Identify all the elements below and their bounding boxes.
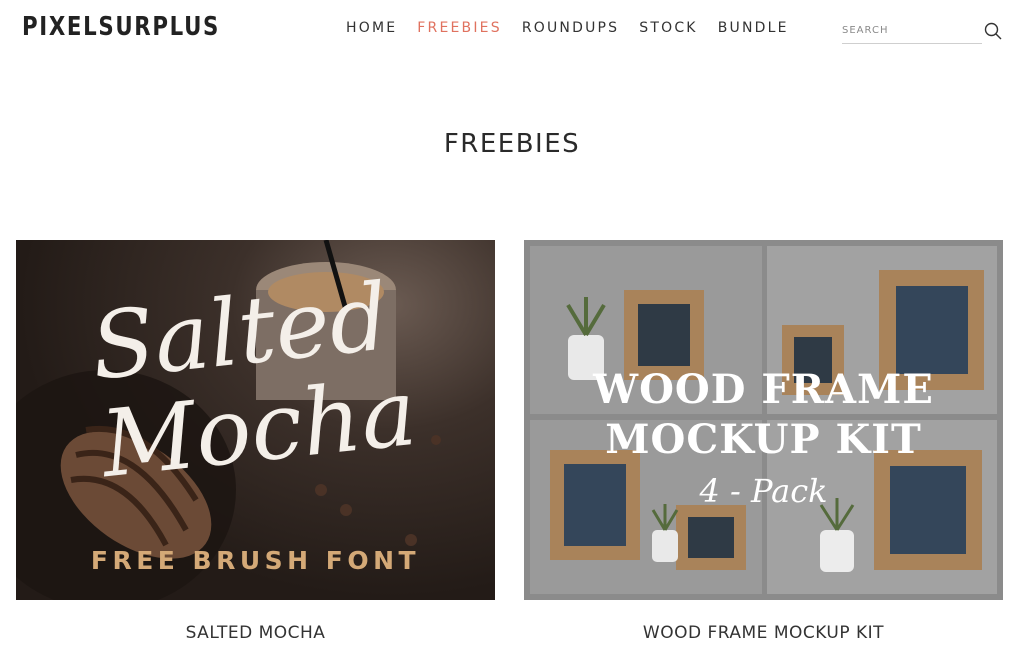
nav-freebies[interactable]: FREEBIES bbox=[417, 20, 502, 36]
nav-stock[interactable]: STOCK bbox=[639, 20, 697, 36]
nav-home[interactable]: HOME bbox=[346, 20, 397, 36]
mocha-subtitle: FREE BRUSH FONT bbox=[90, 546, 421, 575]
card-image-salted-mocha[interactable]: Salted Mocha FREE BRUSH FONT bbox=[16, 240, 495, 600]
card-caption-salted-mocha[interactable]: SALTED MOCHA bbox=[16, 623, 495, 643]
wood-title-line-1: WOOD FRAME bbox=[593, 366, 934, 413]
frame-bottom-middle bbox=[676, 505, 746, 570]
nav-bundle[interactable]: BUNDLE bbox=[718, 20, 789, 36]
page-title: FREEBIES bbox=[443, 129, 581, 159]
wood-title-line-2: MOCKUP KIT bbox=[605, 416, 922, 463]
card-image-wood-frame[interactable]: WOOD FRAME MOCKUP KIT 4 - Pack bbox=[524, 240, 1003, 600]
main-nav: HOME FREEBIES ROUNDUPS STOCK BUNDLE bbox=[346, 20, 809, 36]
site-logo[interactable]: PIXELSURPLUS bbox=[22, 12, 220, 42]
mocha-script-title: Salted Mocha bbox=[86, 263, 422, 499]
wood-pack-label: 4 - Pack bbox=[699, 472, 828, 510]
search-icon[interactable] bbox=[984, 22, 1002, 40]
card-caption-wood-frame[interactable]: WOOD FRAME MOCKUP KIT bbox=[524, 623, 1003, 643]
frame-bottom-right bbox=[874, 450, 982, 570]
search-input[interactable] bbox=[842, 18, 972, 43]
search-box bbox=[842, 18, 982, 44]
nav-roundups[interactable]: ROUNDUPS bbox=[522, 20, 619, 36]
